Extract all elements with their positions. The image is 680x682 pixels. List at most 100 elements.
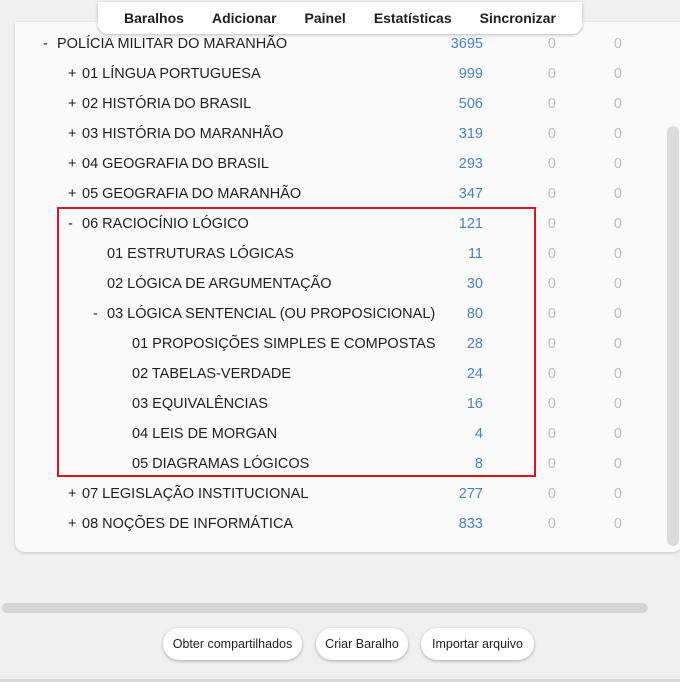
deck-name[interactable]: -06 RACIOCÍNIO LÓGICO: [68, 216, 249, 232]
deck-name[interactable]: - POLÍCIA MILITAR DO MARANHÃO: [43, 36, 287, 52]
import-file-button[interactable]: Importar arquivo: [421, 628, 534, 660]
deck-row[interactable]: +02 HISTÓRIA DO BRASIL 506 0 0: [0, 89, 680, 119]
collapse-toggle[interactable]: -: [43, 36, 57, 52]
due-count: 0: [613, 66, 622, 82]
expand-toggle[interactable]: +: [68, 66, 82, 82]
deck-row[interactable]: -03 LÓGICA SENTENCIAL (OU PROPOSICIONAL)…: [0, 299, 680, 329]
learn-count: 0: [547, 426, 556, 442]
deck-label: 03 EQUIVALÊNCIAS: [132, 396, 268, 412]
deck-name[interactable]: 03 EQUIVALÊNCIAS: [118, 396, 268, 412]
deck-row[interactable]: +04 GEOGRAFIA DO BRASIL 293 0 0: [0, 149, 680, 179]
learn-count: 0: [547, 486, 556, 502]
tab-add[interactable]: Adicionar: [210, 6, 279, 30]
expand-toggle[interactable]: +: [68, 186, 82, 202]
new-count: 24: [466, 366, 483, 382]
deck-name[interactable]: +02 HISTÓRIA DO BRASIL: [68, 96, 251, 112]
deck-row[interactable]: 04 LEIS DE MORGAN 4 0 0: [0, 419, 680, 449]
tab-stats[interactable]: Estatísticas: [372, 6, 454, 30]
deck-label: 01 ESTRUTURAS LÓGICAS: [107, 246, 294, 262]
deck-row[interactable]: +01 LÍNGUA PORTUGUESA 999 0 0: [0, 59, 680, 89]
due-count: 0: [613, 276, 622, 292]
deck-label: 01 LÍNGUA PORTUGUESA: [82, 66, 261, 82]
deck-row[interactable]: 02 TABELAS-VERDADE 24 0 0: [0, 359, 680, 389]
deck-row[interactable]: 01 PROPOSIÇÕES SIMPLES E COMPOSTAS 28 0 0: [0, 329, 680, 359]
learn-count: 0: [547, 396, 556, 412]
new-count: 833: [458, 516, 483, 532]
deck-name[interactable]: 05 DIAGRAMAS LÓGICOS: [118, 456, 309, 472]
deck-list: - POLÍCIA MILITAR DO MARANHÃO 3695 0 0 +01 LÍ…: [0, 29, 680, 539]
deck-name[interactable]: +03 HISTÓRIA DO MARANHÃO: [68, 126, 283, 142]
learn-count: 0: [547, 216, 556, 232]
top-toolbar: Baralhos Adicionar Painel Estatísticas S…: [98, 2, 582, 34]
due-count: 0: [613, 246, 622, 262]
deck-name[interactable]: 02 LÓGICA DE ARGUMENTAÇÃO: [93, 276, 332, 292]
tab-sync[interactable]: Sincronizar: [478, 6, 558, 30]
deck-name[interactable]: 02 TABELAS-VERDADE: [118, 366, 291, 382]
due-count: 0: [613, 456, 622, 472]
new-count: 319: [458, 126, 483, 142]
get-shared-button[interactable]: Obter compartilhados: [163, 628, 302, 660]
learn-count: 0: [547, 516, 556, 532]
deck-name[interactable]: +05 GEOGRAFIA DO MARANHÃO: [68, 186, 301, 202]
deck-row[interactable]: +05 GEOGRAFIA DO MARANHÃO 347 0 0: [0, 179, 680, 209]
deck-label: 02 HISTÓRIA DO BRASIL: [82, 96, 252, 112]
deck-name[interactable]: 04 LEIS DE MORGAN: [118, 426, 277, 442]
deck-label: 05 GEOGRAFIA DO MARANHÃO: [82, 186, 302, 202]
deck-label: 01 PROPOSIÇÕES SIMPLES E COMPOSTAS: [132, 336, 436, 352]
deck-row[interactable]: -06 RACIOCÍNIO LÓGICO 121 0 0: [0, 209, 680, 239]
deck-name[interactable]: +01 LÍNGUA PORTUGUESA: [68, 66, 261, 82]
deck-label: 04 GEOGRAFIA DO BRASIL: [82, 156, 269, 172]
due-count: 0: [613, 186, 622, 202]
learn-count: 0: [547, 186, 556, 202]
due-count: 0: [613, 36, 622, 52]
deck-name[interactable]: +07 LEGISLAÇÃO INSTITUCIONAL: [68, 486, 308, 502]
collapse-toggle[interactable]: -: [93, 306, 107, 322]
expand-toggle[interactable]: +: [68, 516, 82, 532]
due-count: 0: [613, 516, 622, 532]
deck-row[interactable]: 02 LÓGICA DE ARGUMENTAÇÃO 30 0 0: [0, 269, 680, 299]
tab-dashboard[interactable]: Painel: [303, 6, 348, 30]
vertical-scrollbar[interactable]: [667, 126, 679, 546]
learn-count: 0: [547, 456, 556, 472]
learn-count: 0: [547, 336, 556, 352]
deck-name[interactable]: 01 ESTRUTURAS LÓGICAS: [93, 246, 294, 262]
new-count: 11: [467, 246, 483, 262]
learn-count: 0: [547, 126, 556, 142]
deck-name[interactable]: +08 NOÇÕES DE INFORMÁTICA: [68, 516, 293, 532]
deck-row[interactable]: 05 DIAGRAMAS LÓGICOS 8 0 0: [0, 449, 680, 479]
due-count: 0: [613, 216, 622, 232]
create-deck-button[interactable]: Criar Baralho: [316, 628, 408, 660]
deck-label: POLÍCIA MILITAR DO MARANHÃO: [57, 36, 288, 52]
learn-count: 0: [547, 96, 556, 112]
collapse-toggle[interactable]: -: [68, 216, 82, 232]
learn-count: 0: [547, 366, 556, 382]
new-count: 16: [466, 396, 483, 412]
new-count: 121: [458, 216, 483, 232]
deck-label: 08 NOÇÕES DE INFORMÁTICA: [82, 516, 294, 532]
deck-name[interactable]: 01 PROPOSIÇÕES SIMPLES E COMPOSTAS: [118, 336, 436, 352]
tab-decks[interactable]: Baralhos: [122, 6, 186, 30]
deck-name[interactable]: +04 GEOGRAFIA DO BRASIL: [68, 156, 269, 172]
deck-row[interactable]: +03 HISTÓRIA DO MARANHÃO 319 0 0: [0, 119, 680, 149]
deck-label: 06 RACIOCÍNIO LÓGICO: [82, 216, 249, 232]
due-count: 0: [613, 486, 622, 502]
horizontal-scrollbar[interactable]: [2, 603, 648, 613]
due-count: 0: [613, 396, 622, 412]
deck-label: 05 DIAGRAMAS LÓGICOS: [132, 456, 310, 472]
new-count: 999: [458, 66, 483, 82]
deck-row[interactable]: 03 EQUIVALÊNCIAS 16 0 0: [0, 389, 680, 419]
new-count: 80: [466, 306, 483, 322]
new-count: 8: [474, 456, 483, 472]
deck-label: 02 TABELAS-VERDADE: [132, 366, 292, 382]
deck-label: 07 LEGISLAÇÃO INSTITUCIONAL: [82, 486, 309, 502]
expand-toggle[interactable]: +: [68, 486, 82, 502]
deck-row[interactable]: 01 ESTRUTURAS LÓGICAS 11 0 0: [0, 239, 680, 269]
due-count: 0: [613, 426, 622, 442]
expand-toggle[interactable]: +: [68, 96, 82, 112]
deck-row[interactable]: +07 LEGISLAÇÃO INSTITUCIONAL 277 0 0: [0, 479, 680, 509]
deck-row[interactable]: +08 NOÇÕES DE INFORMÁTICA 833 0 0: [0, 509, 680, 539]
expand-toggle[interactable]: +: [68, 156, 82, 172]
expand-toggle[interactable]: +: [68, 126, 82, 142]
due-count: 0: [613, 156, 622, 172]
deck-name[interactable]: -03 LÓGICA SENTENCIAL (OU PROPOSICIONAL): [93, 306, 435, 322]
